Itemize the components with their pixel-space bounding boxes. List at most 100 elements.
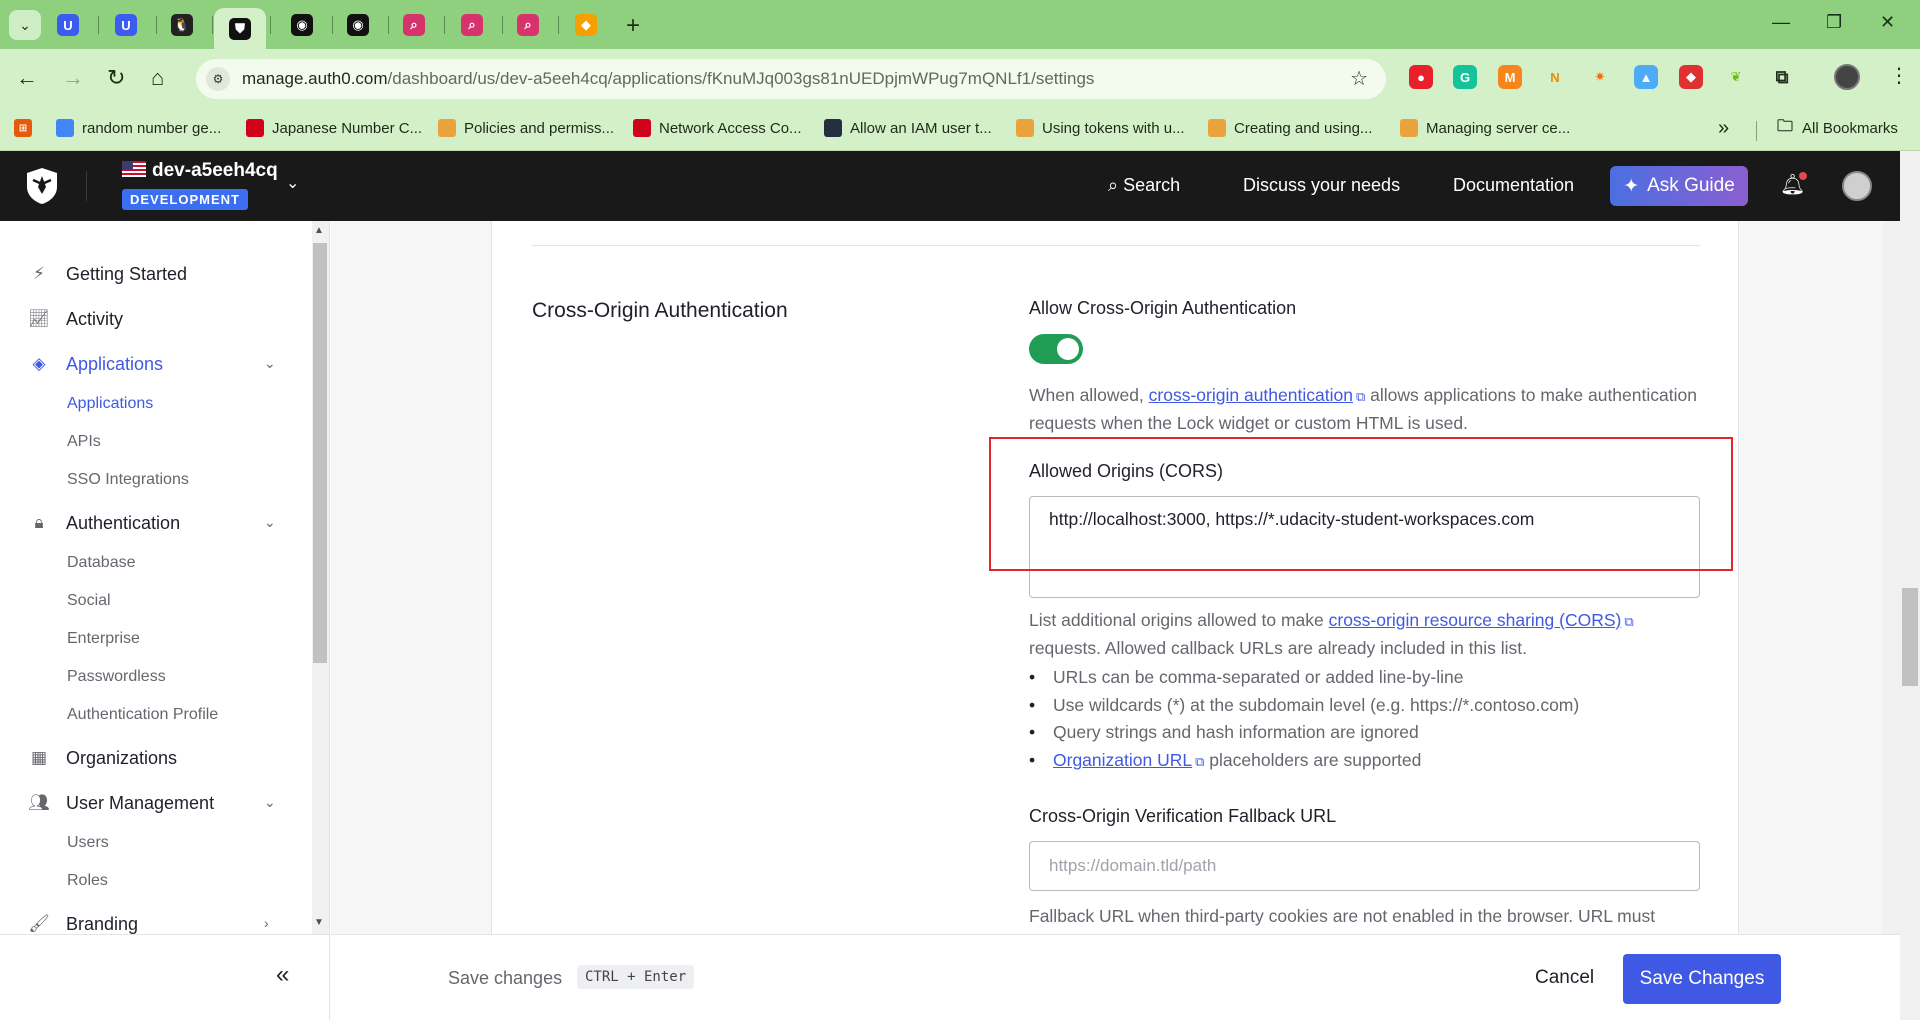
organization-url-link[interactable]: Organization URL (1053, 750, 1192, 770)
browser-tab[interactable]: ◆ (560, 8, 612, 42)
page-scrollbar-thumb[interactable] (1902, 588, 1918, 686)
list-item: Query strings and hash information are i… (1029, 719, 1579, 747)
bookmark-label: Network Access Co... (659, 119, 802, 137)
bookmark-item[interactable]: Managing server ce... (1400, 119, 1570, 137)
leaf-extension-icon[interactable]: ❦ (1724, 65, 1748, 89)
browser-tab[interactable]: ◉ (332, 8, 384, 42)
cross-origin-authentication-link[interactable]: cross-origin authentication (1149, 385, 1353, 405)
bookmarks-overflow-icon[interactable]: » (1718, 117, 1729, 140)
bookmark-item[interactable]: Allow an IAM user t... (824, 119, 992, 137)
sidebar-item-authentication[interactable]: 🔒︎ Authentication (28, 512, 180, 534)
url-text[interactable]: manage.auth0.com/dashboard/us/dev-a5eeh4… (242, 69, 1094, 89)
sidebar-scrollbar-thumb[interactable] (313, 243, 327, 663)
ask-guide-button[interactable]: ✦ Ask Guide (1610, 166, 1748, 206)
photo-extension-icon[interactable]: ▲ (1634, 65, 1658, 89)
save-changes-button[interactable]: Save Changes (1623, 954, 1781, 1004)
sidebar-item-branding[interactable]: 🖌︎ Branding (28, 913, 138, 934)
sidebar-scroll-down-icon[interactable]: ▼ (314, 917, 324, 928)
user-avatar[interactable] (1842, 171, 1872, 201)
main-scrollbar[interactable] (1882, 221, 1900, 934)
tab-search-button[interactable]: ⌄ (9, 10, 41, 40)
environment-badge: DEVELOPMENT (122, 189, 248, 210)
sidebar-item-user-management[interactable]: 👥︎ User Management (28, 792, 214, 814)
page-scrollbar[interactable] (1900, 151, 1920, 1020)
allowed-origins-help: List additional origins allowed to make … (1029, 610, 1634, 658)
browser-tab[interactable]: U (42, 8, 94, 42)
extensions-puzzle-icon[interactable]: ⧉ (1770, 65, 1794, 89)
bookmark-item[interactable]: Creating and using... (1208, 119, 1372, 137)
sidebar-item-getting-started[interactable]: ⚡︎ Getting Started (28, 263, 187, 285)
list-item: URLs can be comma-separated or added lin… (1029, 664, 1579, 692)
sidebar-sub-roles[interactable]: Roles (67, 872, 108, 890)
extension-icon[interactable]: N (1543, 65, 1567, 89)
sidebar-sub-enterprise[interactable]: Enterprise (67, 630, 140, 648)
cors-link[interactable]: cross-origin resource sharing (CORS) (1329, 610, 1622, 630)
sidebar-sub-authentication-profile[interactable]: Authentication Profile (67, 706, 218, 724)
adblock-extension-icon[interactable]: ● (1409, 65, 1433, 89)
sidebar-footer: « (0, 934, 330, 1020)
cancel-button[interactable]: Cancel (1535, 967, 1594, 989)
sidebar-sub-sso-integrations[interactable]: SSO Integrations (67, 471, 189, 489)
bookmark-item[interactable]: Japanese Number C... (246, 119, 422, 137)
documentation-link[interactable]: Documentation (1453, 175, 1574, 196)
activity-icon: 📈︎ (28, 309, 50, 328)
bookmark-item[interactable]: Network Access Co... (633, 119, 802, 137)
browser-tab[interactable]: ⌕ (388, 8, 440, 42)
address-bar[interactable]: ⚙ manage.auth0.com/dashboard/us/dev-a5ee… (196, 59, 1386, 99)
tenant-switcher[interactable]: dev-a5eeh4cq (122, 160, 278, 182)
home-button[interactable]: ⌂ (151, 65, 164, 91)
sidebar-sub-users[interactable]: Users (67, 834, 109, 852)
bookmark-item[interactable]: Using tokens with u... (1016, 119, 1185, 137)
collapse-sidebar-icon[interactable]: « (276, 961, 289, 989)
sidebar-item-activity[interactable]: 📈︎ Activity (28, 308, 123, 330)
back-button[interactable]: ← (16, 65, 38, 91)
restore-button[interactable]: ❐ (1826, 12, 1842, 33)
fallback-url-input[interactable]: https://domain.tld/path (1029, 841, 1700, 891)
bookmark-apps-icon[interactable]: ⊞ (14, 119, 32, 137)
sidebar-sub-social[interactable]: Social (67, 592, 111, 610)
bookmark-extension-icon[interactable]: ◆ (1679, 65, 1703, 89)
shield-icon (633, 119, 651, 137)
sidebar-item-organizations[interactable]: ▦ Organizations (28, 747, 177, 769)
bolt-icon: ⚡︎ (33, 264, 45, 283)
close-window-button[interactable]: ✕ (1880, 12, 1895, 33)
forward-button[interactable]: → (62, 65, 84, 91)
bookmark-star-icon[interactable]: ☆ (1350, 66, 1368, 91)
bookmark-item[interactable]: random number ge... (56, 119, 221, 137)
chevron-down-icon[interactable]: ⌄ (286, 173, 299, 193)
grammarly-extension-icon[interactable]: G (1453, 65, 1477, 89)
site-info-icon[interactable]: ⚙ (206, 67, 230, 91)
section-title: Cross-Origin Authentication (532, 299, 788, 322)
browser-profile-avatar[interactable] (1834, 64, 1860, 90)
allow-cross-origin-toggle[interactable] (1029, 334, 1083, 364)
applications-chevron-icon[interactable]: ⌄ (264, 355, 276, 372)
spark-extension-icon[interactable]: ✷ (1588, 65, 1612, 89)
sidebar-item-applications[interactable]: ◈ Applications (28, 353, 163, 375)
sidebar-scroll-up-icon[interactable]: ▲ (314, 225, 324, 236)
metamask-extension-icon[interactable]: M (1498, 65, 1522, 89)
browser-menu-icon[interactable]: ⋮ (1889, 63, 1909, 88)
user-management-chevron-icon[interactable]: ⌄ (264, 794, 276, 811)
discuss-needs-link[interactable]: Discuss your needs (1243, 175, 1400, 196)
sidebar-sub-passwordless[interactable]: Passwordless (67, 668, 166, 686)
browser-tab[interactable]: ◉ (276, 8, 328, 42)
authentication-chevron-icon[interactable]: ⌄ (264, 514, 276, 531)
minimize-button[interactable]: — (1772, 12, 1790, 33)
reload-button[interactable]: ↻ (107, 65, 125, 91)
sidebar-sub-applications[interactable]: Applications (67, 395, 153, 413)
branding-chevron-icon[interactable]: › (264, 915, 269, 931)
auth0-logo-icon[interactable] (24, 167, 60, 205)
new-tab-button[interactable]: + (626, 12, 640, 40)
all-bookmarks-button[interactable]: 🗀 All Bookmarks (1776, 118, 1898, 137)
browser-tab[interactable]: ⛊ (214, 8, 266, 49)
sidebar-sub-apis[interactable]: APIs (67, 433, 101, 451)
aws-docs-icon (1016, 119, 1034, 137)
search-button[interactable]: ⌕ Search (1108, 175, 1180, 196)
browser-tab[interactable]: ⌕ (502, 8, 554, 42)
sidebar-sub-database[interactable]: Database (67, 554, 136, 572)
browser-tab[interactable]: ⌕ (446, 8, 498, 42)
tab-divider (558, 16, 559, 34)
browser-tab[interactable]: 🐧 (156, 8, 208, 42)
bookmark-item[interactable]: Policies and permiss... (438, 119, 614, 137)
browser-tab[interactable]: U (100, 8, 152, 42)
